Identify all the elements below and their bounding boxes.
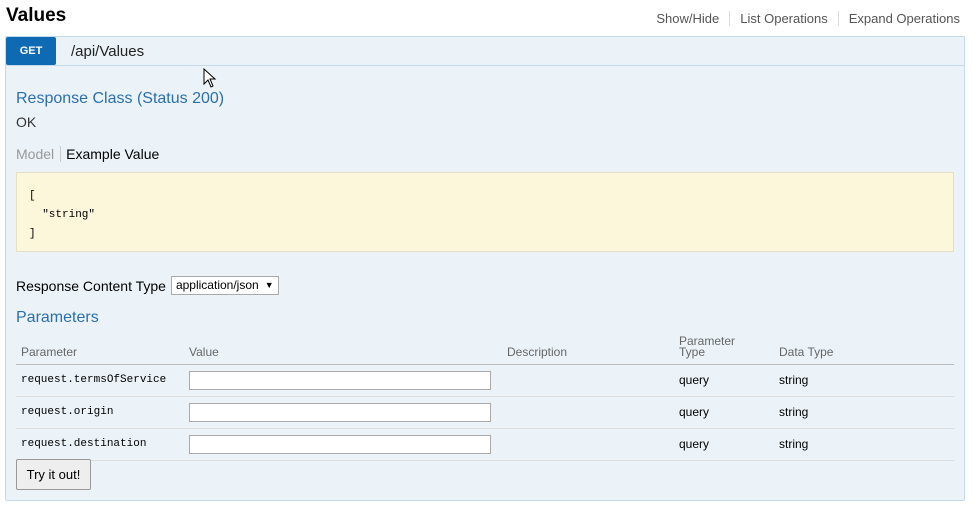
param-name: request.destination — [16, 428, 184, 461]
col-value: Value — [184, 333, 502, 365]
param-type: query — [674, 396, 774, 429]
param-description — [502, 364, 674, 397]
col-description: Description — [502, 333, 674, 365]
param-data-type: string — [774, 428, 954, 461]
expand-operations-link[interactable]: Expand Operations — [839, 11, 960, 26]
operation-header[interactable]: GET /api/Values — [6, 37, 964, 66]
response-content-type-row: Response Content Type application/json ▼ — [16, 276, 279, 295]
top-links: Show/Hide List Operations Expand Operati… — [646, 11, 960, 26]
param-name: request.origin — [16, 396, 184, 429]
param-type: query — [674, 428, 774, 461]
response-content-type-select[interactable]: application/json ▼ — [170, 276, 279, 295]
param-value-cell — [184, 364, 502, 397]
param-value-cell — [184, 396, 502, 429]
try-it-out-button[interactable]: Try it out! — [16, 459, 91, 490]
tab-example-value[interactable]: Example Value — [66, 146, 165, 162]
table-row: request.destination query string — [16, 428, 954, 461]
response-class-title: Response Class (Status 200) — [16, 90, 225, 107]
tab-model[interactable]: Model — [16, 146, 62, 162]
parameters-table: Parameter Value Description Parameter Ty… — [16, 333, 954, 461]
col-parameter-type-line2: Type — [679, 344, 706, 359]
table-row: request.termsOfService query string — [16, 364, 954, 397]
col-data-type: Data Type — [774, 333, 954, 365]
response-content-type-label: Response Content Type — [16, 277, 166, 294]
param-data-type: string — [774, 396, 954, 429]
list-operations-link[interactable]: List Operations — [730, 11, 839, 26]
response-content-type-value: application/json — [175, 278, 259, 292]
param-type: query — [674, 364, 774, 397]
chevron-down-icon: ▼ — [264, 280, 274, 290]
param-value-cell — [184, 428, 502, 461]
param-description — [502, 396, 674, 429]
param-name: request.termsOfService — [16, 364, 184, 397]
api-section-title: Values — [6, 5, 67, 26]
signature-tabs: Model Example Value — [16, 146, 165, 162]
param-value-input-destination[interactable] — [189, 434, 491, 454]
http-method-badge[interactable]: GET — [6, 37, 56, 65]
param-value-input-terms-of-service[interactable] — [189, 370, 491, 390]
operation-panel: GET /api/Values Response Class (Status 2… — [5, 36, 965, 501]
operation-content: Response Class (Status 200) OK Model Exa… — [6, 67, 964, 500]
col-parameter-type: Parameter Type — [674, 333, 774, 365]
parameters-title: Parameters — [16, 309, 99, 326]
response-status-text: OK — [16, 114, 37, 130]
operation-path[interactable]: /api/Values — [71, 43, 144, 60]
table-row: request.origin query string — [16, 396, 954, 429]
show-hide-link[interactable]: Show/Hide — [646, 11, 731, 26]
param-value-input-origin[interactable] — [189, 402, 491, 422]
mouse-cursor-icon — [203, 68, 217, 88]
example-value-code: [ "string" ] — [29, 190, 96, 240]
param-data-type: string — [774, 364, 954, 397]
param-description — [502, 428, 674, 461]
col-parameter: Parameter — [16, 333, 184, 365]
example-value-box[interactable]: [ "string" ] — [16, 172, 954, 252]
